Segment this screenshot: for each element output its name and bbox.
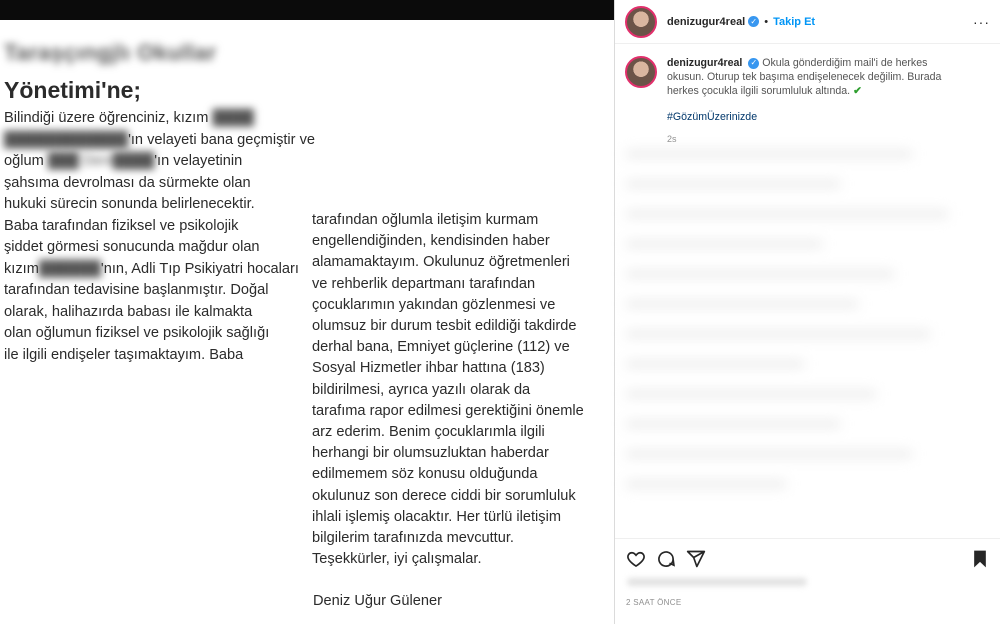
letter-line: hukuki sürecin sonunda belirlenecektir. — [4, 196, 255, 212]
post-side-panel: denizugur4real ✓ • Takip Et ··· denizugu… — [614, 0, 1000, 624]
letter-line: şahsıma devrolması da sürmekte olan — [4, 174, 251, 191]
image-top-bar — [0, 0, 614, 20]
comments-area — [625, 150, 985, 530]
verified-badge-icon: ✓ — [748, 16, 760, 27]
letter-line: okulunuz son derece ciddi bir sorumluluk — [312, 487, 576, 504]
caption-username[interactable]: denizugur4real — [667, 57, 742, 69]
letter-line: tarafıma rapor edilmesi gerektiğini önem… — [312, 402, 584, 419]
comment-icon[interactable] — [655, 548, 677, 570]
post-image[interactable]: Taraşçıngjlı Okullar Yönetimi'ne; Bilind… — [0, 0, 614, 624]
letter-line: bildirilmesi, ayrıca yazılı olarak da — [312, 381, 531, 398]
like-heart-icon[interactable] — [625, 548, 647, 570]
letter-line: şiddet görmesi sonucunda mağdur olan — [4, 239, 260, 255]
letter-line: arz ederim. Benim çocuklarımla ilgili — [312, 424, 545, 441]
letter-line: olumsuz bir durum tesbit edildiği takdir… — [312, 318, 577, 335]
letter-line: engellendiğinden, kendisinden haber — [312, 233, 550, 250]
action-bar — [615, 538, 1000, 578]
letter-column-1: Bilindiği üzere öğrenciniz, kızım ████ █… — [4, 108, 315, 366]
letter-line: kızım██████'nın, Adli Tıp Psikiyatri hoc… — [4, 260, 299, 277]
letter-line: tarafından oğlumla iletişim kurmam — [312, 212, 539, 228]
post-timestamp: 2 SAAT ÖNCE — [626, 598, 682, 607]
likes-count[interactable] — [627, 578, 807, 586]
hashtag-link[interactable]: #GözümÜzerinizde — [667, 110, 967, 124]
letter-line: tarafından tedavisine başlanmıştır. Doğa… — [4, 282, 269, 298]
letter-line: oğlum ███ Deni████'ın velayetinin — [4, 153, 243, 169]
letter-line: derhal bana, Emniyet güçlerine (112) ve — [312, 339, 570, 356]
letter-line: çocuklarımın yakından gözlenmesi ve — [312, 296, 556, 313]
letter-column-2: tarafından oğlumla iletişim kurmam engel… — [312, 210, 608, 570]
letter-salutation: Yönetimi'ne; — [4, 77, 142, 103]
post-header: denizugur4real ✓ • Takip Et ··· — [615, 0, 1000, 44]
letter-line: bilgilerim tarafınızda mevcuttur. — [312, 530, 514, 547]
letter-salutation-blurred: Taraşçıngjlı Okullar — [4, 40, 217, 65]
header-username[interactable]: denizugur4real — [667, 16, 745, 28]
letter-line: alamamaktayım. Okulunuz öğretmenleri — [312, 254, 570, 271]
letter-line: edilmemem söz konusu olduğunda — [312, 466, 538, 483]
check-mark-icon: ✔ — [853, 85, 862, 97]
more-options-icon[interactable]: ··· — [973, 14, 990, 30]
follow-button[interactable]: Takip Et — [773, 16, 815, 28]
letter-signature: Deniz Uğur Gülener — [313, 593, 442, 609]
caption-body: denizugur4real ✓ Okula gönderdiğim mail'… — [667, 56, 967, 146]
share-icon[interactable] — [685, 548, 707, 570]
bookmark-icon[interactable] — [969, 548, 991, 570]
letter-line: ihlali işlemiş olacaktır. Her türlü ilet… — [312, 508, 561, 525]
letter-line: herhangi bir olumsuzluktan haberdar — [312, 445, 549, 462]
avatar[interactable] — [625, 5, 657, 38]
caption-avatar[interactable] — [625, 56, 657, 88]
letter-line: olan oğlumun fiziksel ve psikolojik sağl… — [4, 325, 270, 341]
letter-line: ve rehberlik departmanı tarafından — [312, 275, 536, 292]
letter-line: Bilindiği üzere öğrenciniz, kızım ████ — [4, 110, 254, 126]
separator-dot: • — [764, 15, 769, 28]
letter-line: Baba tarafından fiziksel ve psikolojik — [4, 217, 239, 234]
letter-line: ile ilgili endişeler taşımaktayım. Baba — [4, 346, 244, 363]
caption: denizugur4real ✓ Okula gönderdiğim mail'… — [615, 44, 1000, 146]
letter-line: ████████████'ın velayeti bana geçmiştir … — [4, 131, 315, 148]
verified-badge-icon: ✓ — [748, 57, 760, 69]
letter-line: Teşekkürler, iyi çalışmalar. — [312, 551, 482, 568]
caption-time: 2s — [667, 134, 677, 144]
letter-line: olarak, halihazırda babası ile kalmakta — [4, 303, 253, 320]
letter-line: Sosyal Hizmetler ihbar hattına (183) — [312, 360, 545, 377]
